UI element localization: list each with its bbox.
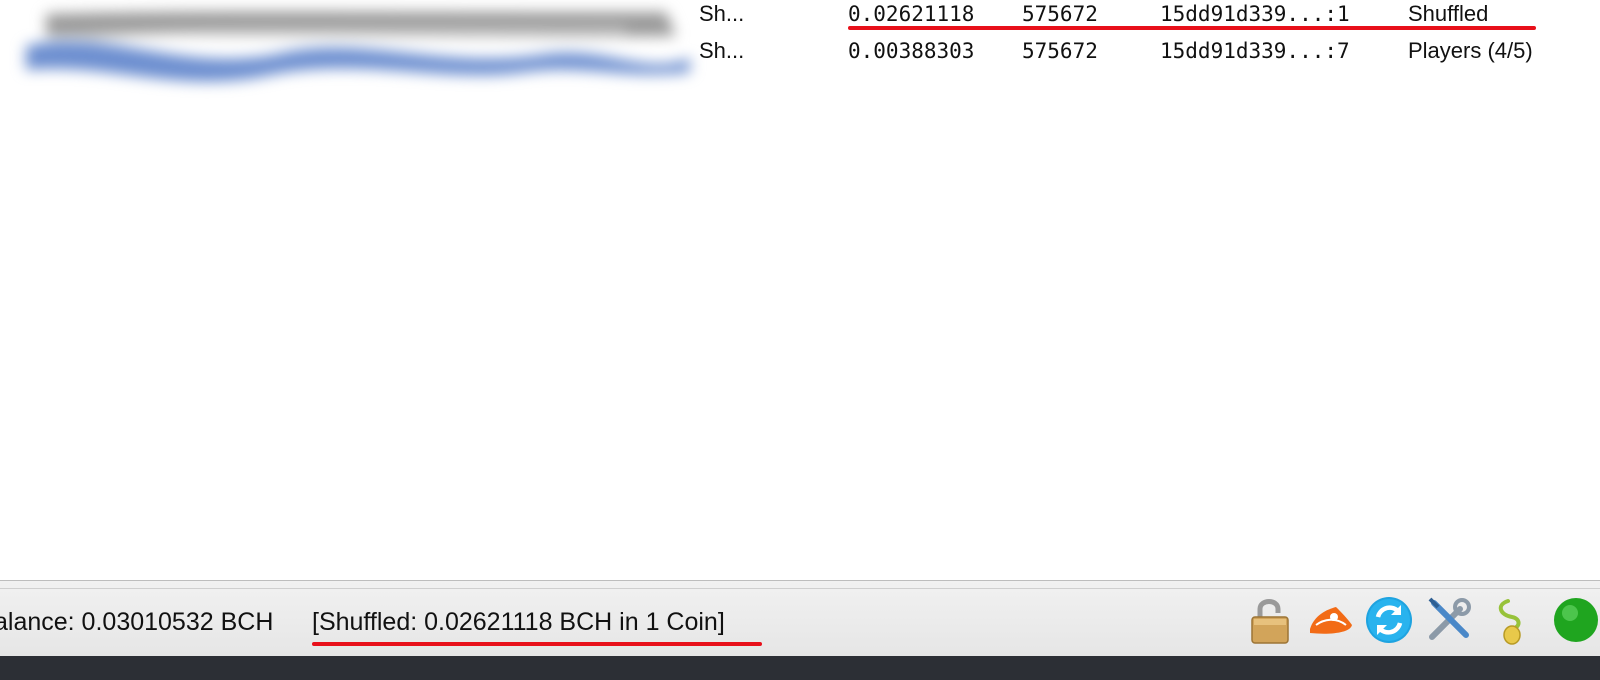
coin-label: Sh... — [699, 38, 745, 63]
coin-status: Players (4/5) — [1408, 38, 1533, 63]
seed-icon[interactable] — [1486, 595, 1536, 645]
balance-text: alance: 0.03010532 BCH — [0, 608, 274, 636]
sync-icon[interactable] — [1364, 595, 1414, 645]
table-row[interactable]: Sh... 0.00388303 575672 15dd91d339...:7 … — [0, 33, 1600, 69]
highlight-underline — [312, 642, 762, 646]
lock-icon[interactable] — [1248, 595, 1298, 645]
dock-bar — [0, 656, 1600, 680]
coin-list: Sh... 0.02621118 575672 15dd91d339...:1 … — [0, 0, 1600, 580]
preferences-icon[interactable] — [1424, 595, 1474, 645]
status-bar-divider — [0, 588, 1600, 589]
coin-height: 575672 — [1022, 39, 1098, 63]
network-status-icon[interactable] — [1546, 595, 1600, 645]
cashshuffle-icon[interactable] — [1306, 595, 1356, 645]
highlight-underline — [848, 26, 1536, 30]
status-bar: alance: 0.03010532 BCH [Shuffled: 0.0262… — [0, 580, 1600, 656]
shuffled-summary: [Shuffled: 0.02621118 BCH in 1 Coin] — [312, 608, 725, 636]
coin-output-point: 15dd91d339...:7 — [1160, 39, 1350, 63]
coin-amount: 0.00388303 — [848, 39, 975, 63]
coin-label: Sh... — [699, 1, 745, 26]
